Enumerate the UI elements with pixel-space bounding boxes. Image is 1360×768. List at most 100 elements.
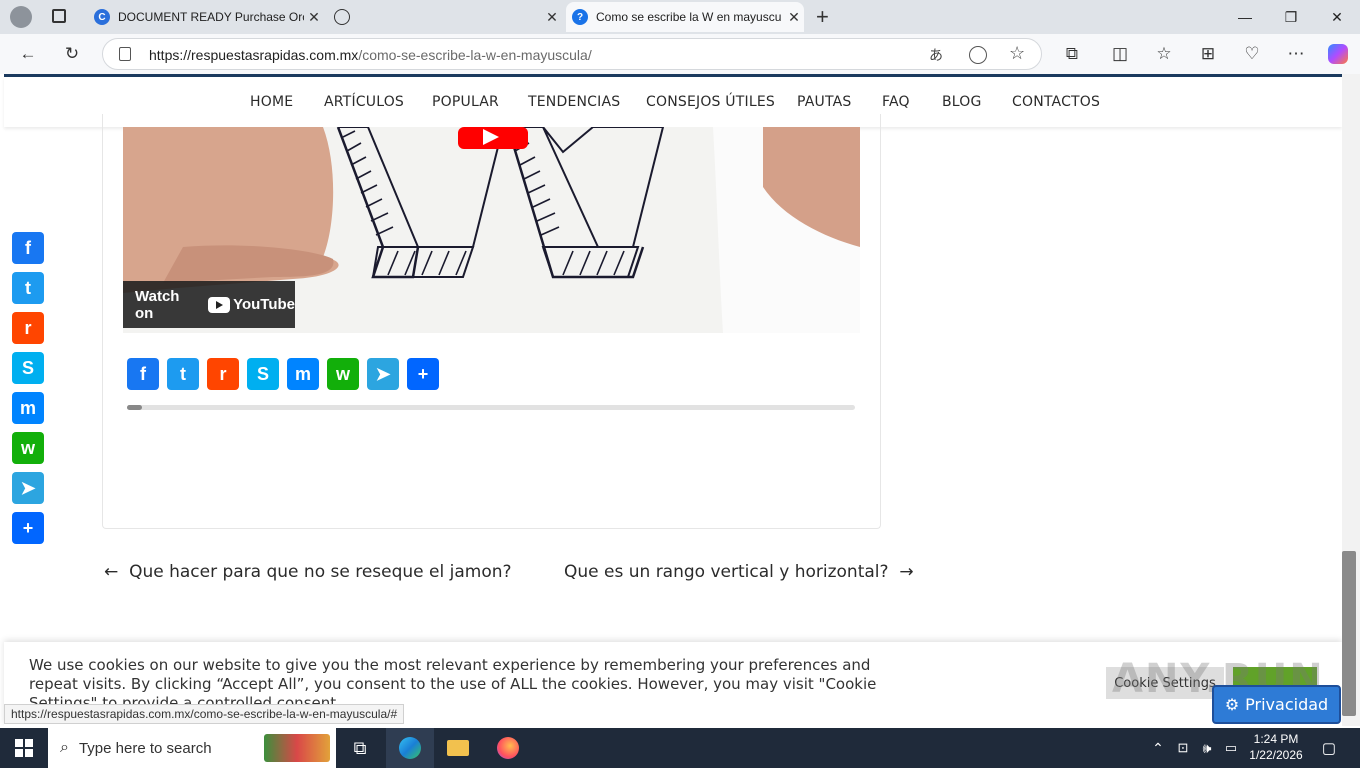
windows-taskbar: ⌕ Type here to search ⧉ ⌃ ⊡ 🕪 ▭ 1:24 PM 1… <box>0 728 1360 768</box>
copilot-icon[interactable] <box>1324 40 1352 68</box>
whatsapp-share-button[interactable]: w <box>12 432 44 464</box>
restore-icon[interactable]: ❐ <box>1268 0 1314 34</box>
scrollbar-thumb[interactable] <box>1342 551 1356 716</box>
privacy-button[interactable]: ⚙ Privacidad <box>1212 685 1341 724</box>
profile-icon[interactable] <box>10 6 32 28</box>
nav-popular[interactable]: POPULAR <box>432 94 499 110</box>
show-hidden-icons-icon[interactable]: ⌃ <box>1146 728 1170 768</box>
reddit-share-button[interactable]: r <box>12 312 44 344</box>
nav-home[interactable]: HOME <box>250 94 293 110</box>
globe-icon <box>334 9 350 25</box>
notifications-icon[interactable]: ▢ <box>1314 728 1344 768</box>
edge-taskbar-icon[interactable] <box>386 728 434 768</box>
nav-consejos-utiles[interactable]: CONSEJOS ÚTILES <box>646 94 775 110</box>
previous-post-link[interactable]: ← Que hacer para que no se reseque el ja… <box>104 562 512 582</box>
twitter-icon: t <box>180 363 186 384</box>
nav-faq[interactable]: FAQ <box>882 94 910 110</box>
messenger-share-button[interactable]: m <box>12 392 44 424</box>
skype-share-button[interactable]: S <box>247 358 279 390</box>
task-view-icon[interactable]: ⧉ <box>336 728 384 768</box>
privacy-label: Privacidad <box>1245 695 1329 714</box>
messenger-icon: m <box>19 397 36 418</box>
nav-pautas[interactable]: PAUTAS <box>797 94 852 110</box>
skype-share-button[interactable]: S <box>12 352 44 384</box>
twitter-share-button[interactable]: t <box>167 358 199 390</box>
back-icon[interactable]: ← <box>14 40 42 68</box>
new-tab-button[interactable]: + <box>816 4 829 30</box>
reading-progress-fill <box>127 405 142 410</box>
favorites-icon[interactable]: ☆ <box>1150 40 1178 68</box>
share-share-button[interactable]: + <box>407 358 439 390</box>
youtube-video-embed[interactable]: Watch on YouTube <box>123 127 860 333</box>
reload-icon[interactable]: ↻ <box>58 40 86 68</box>
tab-active[interactable]: ? Como se escribe la W en mayuscu ✕ <box>566 2 804 32</box>
volume-icon[interactable]: 🕪 <box>1196 728 1218 768</box>
collections-icon[interactable]: ⊞ <box>1194 40 1222 68</box>
windows-start-icon[interactable] <box>0 728 48 768</box>
split-screen-icon[interactable]: ◫ <box>1106 40 1134 68</box>
nav-contactos[interactable]: CONTACTOS <box>1012 94 1100 110</box>
skype-icon: S <box>21 357 34 378</box>
facebook-share-button[interactable]: f <box>127 358 159 390</box>
watch-on-label: Watch on <box>135 287 180 322</box>
browser-tab-strip: C DOCUMENT READY Purchase Orc ✕ ✕ ? Como… <box>0 0 1360 34</box>
tab-document-ready[interactable]: C DOCUMENT READY Purchase Orc ✕ <box>88 2 324 32</box>
search-icon: ⌕ <box>60 739 69 756</box>
status-bar-url: https://respuestasrapidas.com.mx/como-se… <box>4 704 405 724</box>
youtube-play-icon <box>208 296 231 313</box>
skype-icon: S <box>256 363 269 384</box>
more-options-circle-icon[interactable] <box>969 46 987 64</box>
site-info-icon[interactable] <box>119 47 131 61</box>
clock-date: 1/22/2026 <box>1249 748 1303 762</box>
share-share-button[interactable]: + <box>12 512 44 544</box>
display-icon[interactable]: ▭ <box>1220 728 1242 768</box>
reddit-icon: r <box>219 363 227 384</box>
close-tab-icon[interactable]: ✕ <box>784 9 804 26</box>
network-icon[interactable]: ⊡ <box>1172 728 1194 768</box>
telegram-share-button[interactable]: ➤ <box>12 472 44 504</box>
search-placeholder: Type here to search <box>78 739 212 757</box>
gift-icon <box>264 734 330 762</box>
facebook-share-button[interactable]: f <box>12 232 44 264</box>
messenger-icon: m <box>294 363 311 384</box>
address-bar[interactable]: https://respuestasrapidas.com.mx/como-se… <box>102 38 1042 70</box>
tab-title: DOCUMENT READY Purchase Orc <box>118 10 304 24</box>
firefox-icon[interactable] <box>484 728 532 768</box>
url-text: https://respuestasrapidas.com.mx/como-se… <box>149 47 592 63</box>
reddit-share-button[interactable]: r <box>207 358 239 390</box>
nav-articulos[interactable]: ARTÍCULOS <box>324 94 404 110</box>
browser-essentials-icon[interactable]: ♡ <box>1238 40 1266 68</box>
share-icon: + <box>22 517 34 538</box>
close-tab-icon[interactable]: ✕ <box>542 9 562 26</box>
whatsapp-icon: w <box>20 437 35 458</box>
taskbar-search-input[interactable]: ⌕ Type here to search <box>48 728 336 768</box>
messenger-share-button[interactable]: m <box>287 358 319 390</box>
settings-more-icon[interactable]: ⋯ <box>1282 40 1310 68</box>
next-post-link[interactable]: Que es un rango vertical y horizontal? → <box>564 562 914 582</box>
close-tab-icon[interactable]: ✕ <box>304 9 324 26</box>
extensions-icon[interactable]: ⧉ <box>1058 40 1086 68</box>
question-icon: ? <box>572 9 588 25</box>
youtube-logo: YouTube <box>208 296 295 313</box>
file-explorer-icon[interactable] <box>434 728 482 768</box>
favorite-star-icon[interactable]: ☆ <box>1009 43 1025 64</box>
twitter-share-button[interactable]: t <box>12 272 44 304</box>
nav-tendencias[interactable]: TENDENCIAS <box>528 94 620 110</box>
share-icon: + <box>417 363 429 384</box>
system-clock[interactable]: 1:24 PM 1/22/2026 <box>1246 731 1306 763</box>
read-aloud-icon[interactable]: あ <box>929 45 943 65</box>
tab-globe[interactable]: ✕ <box>328 2 562 32</box>
minimize-icon[interactable]: — <box>1222 0 1268 34</box>
tab-actions-icon[interactable] <box>52 9 66 23</box>
clock-time: 1:24 PM <box>1253 732 1299 746</box>
tab-title: Como se escribe la W en mayuscu <box>596 10 782 24</box>
facebook-icon: f <box>25 237 31 258</box>
close-window-icon[interactable]: ✕ <box>1314 0 1360 34</box>
twitter-icon: t <box>25 277 31 298</box>
watch-on-youtube-button[interactable]: Watch on YouTube <box>123 281 295 328</box>
nav-blog[interactable]: BLOG <box>942 94 982 110</box>
whatsapp-share-button[interactable]: w <box>327 358 359 390</box>
edge-c-icon: C <box>94 9 110 25</box>
telegram-icon: ➤ <box>20 477 36 498</box>
telegram-share-button[interactable]: ➤ <box>367 358 399 390</box>
